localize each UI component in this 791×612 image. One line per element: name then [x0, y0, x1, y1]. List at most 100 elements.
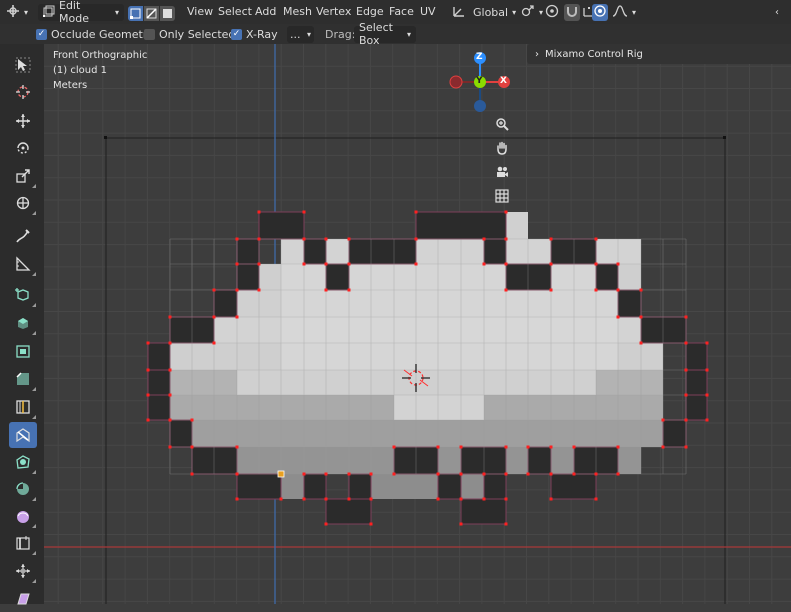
chevron-down-icon: ▾	[406, 29, 411, 39]
vertex-point	[392, 472, 396, 476]
outline-face	[191, 446, 238, 475]
vertex-point	[572, 472, 576, 476]
tool-extrude-region-button[interactable]	[9, 310, 37, 336]
tool-scale-button[interactable]	[9, 163, 37, 189]
vertex-point	[190, 472, 194, 476]
tool-move-button[interactable]	[9, 108, 37, 134]
inset-faces-icon	[16, 345, 30, 358]
header-collapse-button[interactable]: ‹	[775, 3, 779, 21]
face-select-button[interactable]	[160, 5, 175, 21]
menu-add[interactable]: Add	[255, 5, 276, 18]
tool-add-cube-button[interactable]	[9, 282, 37, 308]
navigation-gizmo[interactable]: Z X Y	[444, 48, 516, 116]
vertex-point	[257, 288, 261, 292]
edge-select-button[interactable]	[144, 5, 159, 21]
tool-shear-button[interactable]	[9, 586, 37, 612]
vertex-point	[347, 288, 351, 292]
vertex-point	[257, 210, 261, 214]
vertex-select-button[interactable]	[128, 5, 143, 21]
mode-label: Edit Mode	[59, 0, 89, 25]
falloff-dropdown[interactable]: ▾	[612, 3, 636, 21]
x-axis-label: X	[500, 76, 507, 86]
menu-edge[interactable]: Edge	[356, 5, 384, 18]
zoom-button[interactable]	[492, 115, 512, 135]
vertex-point	[414, 262, 418, 266]
menu-select[interactable]: Select	[218, 5, 252, 18]
overlay-toggle[interactable]	[592, 3, 608, 21]
outline-face	[169, 419, 193, 448]
outline-face	[236, 473, 282, 500]
vertex-point	[436, 472, 440, 476]
tool-rotate-button[interactable]	[9, 135, 37, 161]
menu-uv[interactable]: UV	[420, 5, 436, 18]
tool-annotate-button[interactable]	[9, 223, 37, 249]
vertex-point	[549, 288, 553, 292]
outline-face	[505, 263, 552, 291]
options-dropdown[interactable]: ... ▾	[287, 25, 314, 43]
cloud-shade-face	[192, 420, 663, 447]
tool-knife-button[interactable]	[9, 422, 37, 448]
mixamo-rig-panel[interactable]: › Mixamo Control Rig	[527, 44, 791, 64]
tool-select-box-button[interactable]	[9, 52, 37, 78]
menu-view[interactable]: View	[187, 5, 213, 18]
vertex-point	[302, 472, 306, 476]
magnet-icon	[566, 5, 578, 20]
chevron-down-icon: ▾	[539, 7, 544, 17]
tool-spin-button[interactable]	[9, 476, 37, 502]
menu-mesh[interactable]: Mesh	[283, 5, 312, 18]
pivot-dropdown[interactable]: ▾	[521, 3, 543, 21]
tool-loop-cut-button[interactable]	[9, 394, 37, 420]
occlude-geometry-checkbox[interactable]: ✓ Occlude Geometry	[36, 25, 154, 43]
tool-smooth-button[interactable]	[9, 503, 37, 529]
outline-face	[348, 473, 372, 500]
orientation-label: Global	[473, 5, 509, 19]
transform-orientation-icon	[452, 4, 466, 21]
vertex-point	[392, 445, 396, 449]
vertex-point	[324, 497, 328, 501]
vertex-point	[279, 497, 283, 501]
vertex-point	[572, 445, 576, 449]
spin-icon	[16, 482, 29, 495]
tool-cursor-button[interactable]	[9, 79, 37, 105]
cloud-shade-face	[596, 370, 663, 395]
viewport-canvas[interactable]	[44, 44, 791, 604]
vertex-point	[324, 262, 328, 266]
orientation-dropdown[interactable]: Global ▾	[452, 3, 516, 21]
scale-icon	[16, 169, 30, 183]
pan-button[interactable]	[492, 139, 512, 159]
mode-dropdown[interactable]: Edit Mode ▾	[38, 0, 124, 25]
snap-toggle[interactable]	[564, 3, 580, 21]
tool-bevel-button[interactable]	[9, 366, 37, 392]
vertex-point	[369, 472, 373, 476]
select-box-icon	[15, 57, 31, 73]
outline-face	[460, 498, 507, 525]
menu-face[interactable]: Face	[389, 5, 414, 18]
perspective-toggle-button[interactable]	[492, 187, 512, 207]
tool-measure-button[interactable]	[9, 251, 37, 277]
tool-submenu-indicator	[32, 497, 36, 501]
xray-checkbox[interactable]: ✓ X-Ray	[231, 25, 278, 43]
cursor-icon	[16, 85, 30, 99]
vertex-point	[235, 445, 239, 449]
vertex-point	[705, 368, 709, 372]
menu-vertex[interactable]: Vertex	[316, 5, 351, 18]
tool-transform-button[interactable]	[9, 190, 37, 216]
vertex-point	[504, 522, 508, 526]
camera-view-button[interactable]	[492, 163, 512, 183]
tool-poly-build-button[interactable]	[9, 449, 37, 475]
vertex-point	[235, 237, 239, 241]
tool-shrink-fatten-button[interactable]	[9, 558, 37, 584]
vertex-point	[235, 262, 239, 266]
only-selected-checkbox[interactable]: Only Selected	[144, 25, 235, 43]
checkmark-icon: ✓	[231, 28, 242, 40]
tool-inset-faces-button[interactable]	[9, 338, 37, 364]
grid-icon	[495, 188, 509, 206]
tool-edge-slide-button[interactable]	[9, 530, 37, 556]
3d-viewport[interactable]	[44, 44, 791, 604]
drag-mode-dropdown[interactable]: Select Box ▾	[354, 21, 416, 47]
proportional-edit-toggle[interactable]	[545, 3, 559, 21]
editor-type-dropdown[interactable]: ▾	[6, 3, 28, 21]
vertex-point	[526, 445, 530, 449]
hand-icon	[495, 141, 509, 158]
vertex-point	[257, 262, 261, 266]
